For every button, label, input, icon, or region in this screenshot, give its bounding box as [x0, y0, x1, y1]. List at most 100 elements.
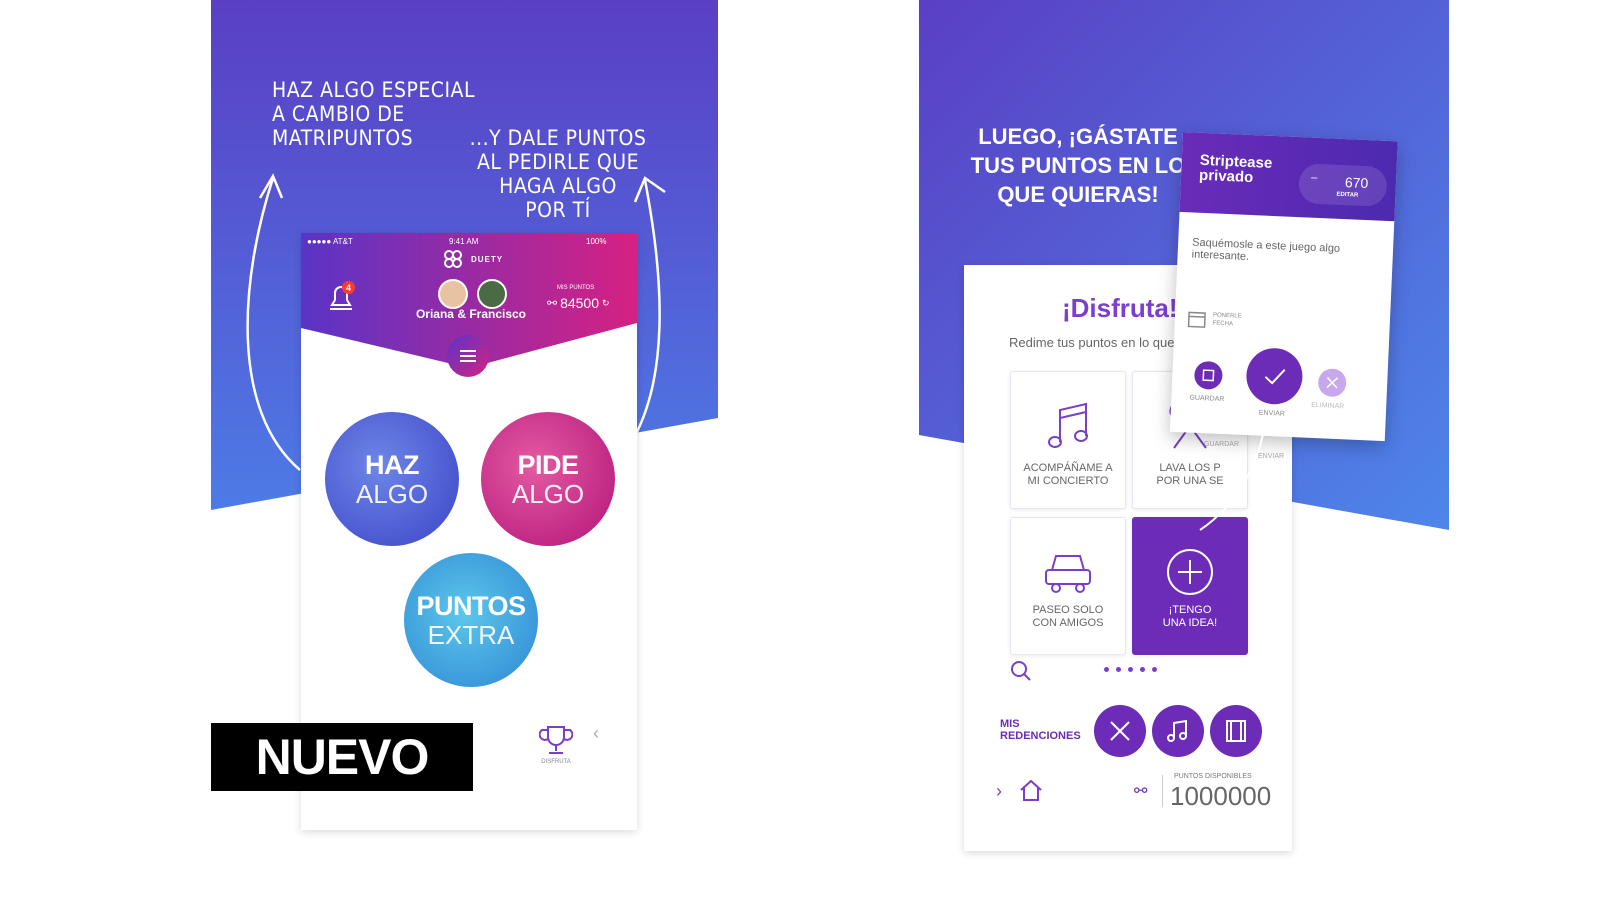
tile-label: PASEO SOLO CON AMIGOS — [1033, 604, 1104, 630]
search-icon — [1011, 661, 1031, 681]
tile-label-line: PASEO SOLO — [1032, 604, 1104, 616]
pide-algo-button[interactable]: PIDE ALGO — [481, 412, 615, 546]
reward-points: 670 — [1344, 174, 1369, 192]
car-icon — [1045, 555, 1091, 593]
caption-line: HAZ ALGO ESPECIAL — [272, 78, 475, 102]
set-date-button[interactable]: PONERLE FECHA — [1186, 308, 1242, 330]
film-icon — [1226, 720, 1246, 742]
app-logo: DUETY — [443, 249, 503, 269]
card-header: Striptease privado – 670 EDITAR — [1179, 132, 1398, 222]
haz-algo-button[interactable]: HAZ ALGO — [325, 412, 459, 546]
puntos-extra-button[interactable]: PUNTOS EXTRA — [404, 553, 538, 687]
tile-label: ACOMPÁÑAME A MI CONCIERTO — [1023, 462, 1112, 488]
avatar-francisco[interactable] — [477, 279, 507, 309]
tile-label-line: UNA IDEA! — [1162, 617, 1218, 629]
save-icon — [1202, 369, 1215, 382]
avatar-oriana[interactable] — [438, 279, 468, 309]
circle-title: PUNTOS — [416, 591, 526, 621]
circle-subtitle: ALGO — [511, 479, 585, 509]
disfruta-button[interactable]: DISFRUTA — [539, 723, 573, 765]
caption-line: A CAMBIO DE — [272, 102, 405, 126]
circle-subtitle: EXTRA — [427, 620, 515, 650]
tile-label-line: CON AMIGOS — [1032, 617, 1104, 629]
minus-icon[interactable]: – — [1311, 172, 1318, 184]
dishes-icon — [1110, 721, 1130, 741]
tile-label: ¡TENGO UNA IDEA! — [1163, 604, 1217, 630]
page-title: ¡Disfruta! — [1062, 293, 1178, 323]
page-dot[interactable] — [1104, 667, 1109, 672]
reward-title: Striptease privado — [1199, 152, 1273, 186]
plus-circle-icon — [1167, 549, 1213, 595]
tile-label-line: ¡TENGO — [1168, 604, 1212, 616]
divider — [1162, 775, 1163, 807]
link-icon: ⚯ — [547, 296, 558, 310]
points-pill[interactable]: – 670 EDITAR — [1298, 163, 1388, 207]
connector-line — [1199, 419, 1266, 531]
page-dot[interactable] — [1128, 667, 1133, 672]
tile-concert[interactable]: ACOMPÁÑAME A MI CONCIERTO — [1010, 371, 1126, 509]
points-label: MIS PUNTOS — [557, 285, 595, 291]
my-redemptions-label: MIS REDENCIONES — [1000, 718, 1081, 742]
caption-line: QUE QUIERAS! — [997, 182, 1159, 207]
redemption-music-button[interactable] — [1152, 705, 1204, 757]
close-icon — [1326, 377, 1338, 389]
tile-label-line: MI CONCIERTO — [1027, 475, 1109, 487]
circle-subtitle: ALGO — [355, 479, 429, 509]
caption-line: LUEGO, ¡GÁSTATE — [978, 124, 1178, 149]
reward-description: Saquémosle a este juego algo interesante… — [1191, 237, 1340, 267]
save-label: GUARDAR — [1189, 394, 1225, 404]
menu-button[interactable] — [447, 335, 489, 377]
chevron-left-icon[interactable]: ‹ — [593, 723, 599, 744]
caption-line: ...Y DALE PUNTOS — [469, 126, 647, 150]
tile-label-line: ACOMPÁÑAME A — [1023, 462, 1113, 474]
tile-car[interactable]: PASEO SOLO CON AMIGOS — [1010, 517, 1126, 655]
circle-title: PIDE — [517, 450, 579, 480]
available-points-label: PUNTOS DISPONIBLES — [1174, 773, 1252, 780]
available-points-value: 1000000 — [1170, 781, 1272, 811]
save-button[interactable] — [1193, 360, 1224, 390]
page-dot[interactable] — [1140, 667, 1145, 672]
trophy-label: DISFRUTA — [541, 759, 571, 765]
label-line: REDENCIONES — [1000, 730, 1081, 742]
delete-label: ELIMINAR — [1311, 401, 1345, 411]
clock-label: 9:41 AM — [449, 237, 479, 246]
label-line: FECHA — [1212, 320, 1234, 328]
link-icon: ⚯ — [1134, 783, 1148, 800]
chevron-right-icon[interactable]: › — [996, 781, 1002, 802]
reward-detail-card: Striptease privado – 670 EDITAR Saquémos… — [1169, 132, 1398, 442]
caption-line: MATRIPUNTOS — [272, 126, 414, 150]
carrier-label: ●●●●● AT&T — [307, 237, 353, 246]
couple-name: Oriana & Francisco — [415, 307, 527, 321]
duety-logo-icon — [444, 250, 462, 268]
circle-title: HAZ — [365, 450, 420, 480]
page-dot[interactable] — [1116, 667, 1121, 672]
checkmark-icon — [1264, 368, 1286, 385]
home-icon — [1020, 779, 1042, 801]
label-line: MIS — [1000, 718, 1020, 730]
caption-spend-points: LUEGO, ¡GÁSTATE TUS PUNTOS EN LO QUE QUI… — [958, 122, 1198, 209]
send-button[interactable] — [1245, 347, 1304, 406]
edit-label[interactable]: EDITAR — [1336, 192, 1358, 199]
points-display: ⚯ 84500 ↻ — [547, 295, 610, 311]
redemption-dishes-button[interactable] — [1094, 705, 1146, 757]
refresh-icon: ↻ — [602, 297, 610, 308]
music-note-icon — [1048, 402, 1088, 448]
app-name: DUETY — [471, 254, 504, 264]
delete-button[interactable] — [1317, 368, 1347, 398]
caption-do-something: HAZ ALGO ESPECIAL A CAMBIO DE MATRIPUNTO… — [272, 78, 475, 150]
home-button[interactable] — [1018, 777, 1044, 808]
page-dot[interactable] — [1152, 667, 1157, 672]
music-note-icon — [1167, 719, 1187, 742]
trophy-icon — [539, 726, 573, 754]
caption-line: TUS PUNTOS EN LO — [970, 153, 1186, 178]
page-subtitle: Redime tus puntos en lo que — [1009, 335, 1175, 350]
notifications-button[interactable]: 4 — [326, 281, 356, 320]
points-value: 84500 — [560, 295, 599, 311]
new-badge: NUEVO — [211, 723, 473, 791]
set-date-label: PONERLE FECHA — [1213, 311, 1242, 328]
calendar-icon — [1187, 311, 1206, 328]
redemption-film-button[interactable] — [1210, 705, 1262, 757]
battery-label: 100% — [586, 237, 607, 246]
search-button[interactable] — [1010, 660, 1032, 687]
page-dots[interactable] — [1104, 667, 1157, 672]
